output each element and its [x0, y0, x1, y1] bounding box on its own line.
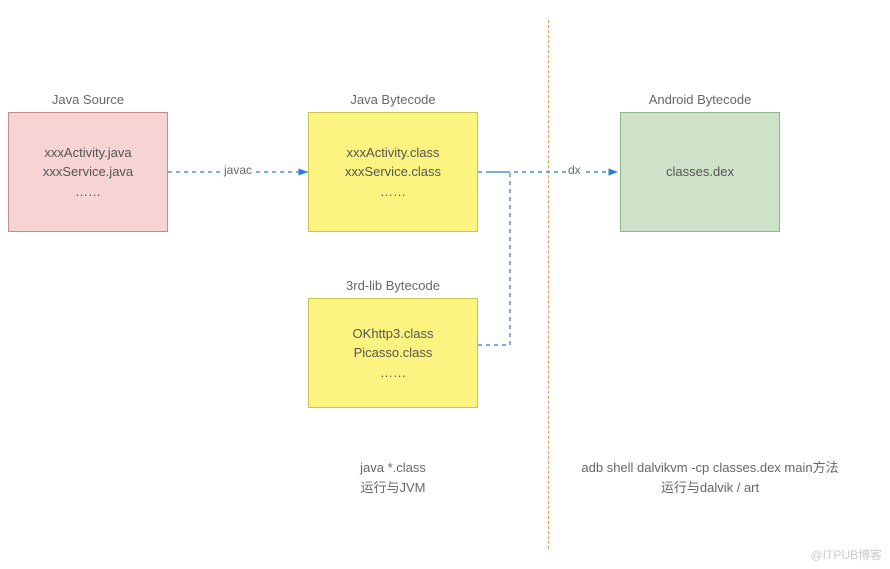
vertical-divider: [548, 20, 549, 549]
title-java-bytecode: Java Bytecode: [308, 92, 478, 107]
caption-line: java *.class: [308, 458, 478, 478]
box-line: xxxActivity.java: [44, 143, 131, 163]
box-line: xxxService.java: [43, 162, 133, 182]
box-line: ……: [380, 182, 406, 202]
box-line: ……: [75, 182, 101, 202]
box-android-bytecode: classes.dex: [620, 112, 780, 232]
title-android-bytecode: Android Bytecode: [620, 92, 780, 107]
arrow-label-javac: javac: [222, 163, 254, 177]
caption-line: adb shell dalvikvm -cp classes.dex main方…: [560, 458, 860, 478]
caption-right: adb shell dalvikvm -cp classes.dex main方…: [560, 458, 860, 497]
title-java-source: Java Source: [8, 92, 168, 107]
box-line: Picasso.class: [354, 343, 433, 363]
box-line: ……: [380, 363, 406, 383]
caption-line: 运行与dalvik / art: [560, 478, 860, 498]
caption-line: 运行与JVM: [308, 478, 478, 498]
arrow-label-dx: dx: [566, 163, 583, 177]
arrow-thirdlib-merge: [478, 172, 510, 345]
box-java-bytecode: xxxActivity.class xxxService.class ……: [308, 112, 478, 232]
title-3rdlib-bytecode: 3rd-lib Bytecode: [308, 278, 478, 293]
box-line: xxxService.class: [345, 162, 441, 182]
caption-left: java *.class 运行与JVM: [308, 458, 478, 497]
box-3rdlib-bytecode: OKhttp3.class Picasso.class ……: [308, 298, 478, 408]
box-line: OKhttp3.class: [353, 324, 434, 344]
box-line: classes.dex: [666, 162, 734, 182]
box-line: xxxActivity.class: [347, 143, 440, 163]
box-java-source: xxxActivity.java xxxService.java ……: [8, 112, 168, 232]
watermark: @ITPUB博客: [810, 546, 882, 563]
